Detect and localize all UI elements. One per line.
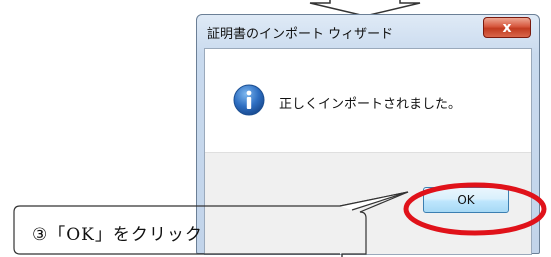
callout-text: ③「OK」をクリック [32, 225, 203, 245]
callout-box [13, 191, 409, 257]
